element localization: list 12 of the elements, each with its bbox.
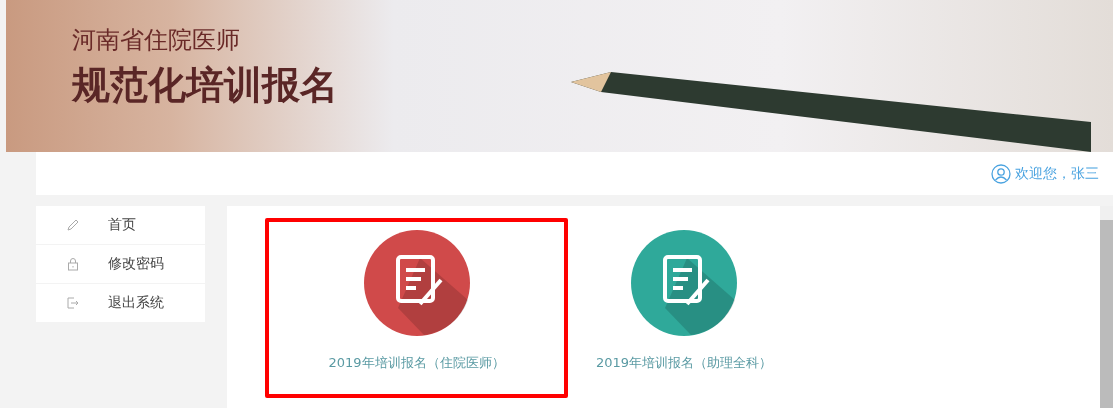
sidebar-item[interactable]: 修改密码 [36, 245, 205, 283]
scrollbar[interactable] [1100, 206, 1113, 408]
lock-icon [66, 257, 80, 271]
card-label: 2019年培训报名（助理全科） [595, 354, 773, 372]
pencil-icon [66, 218, 80, 232]
banner-subtitle: 河南省住院医师 [72, 25, 241, 56]
sidebar-item[interactable]: 首页 [36, 206, 205, 244]
sidebar-item[interactable]: 退出系统 [36, 284, 205, 322]
card-label: 2019年培训报名（住院医师） [328, 354, 505, 372]
logout-icon [66, 296, 80, 310]
banner-title: 规范化培训报名 [72, 62, 338, 109]
user-icon [991, 163, 1011, 184]
